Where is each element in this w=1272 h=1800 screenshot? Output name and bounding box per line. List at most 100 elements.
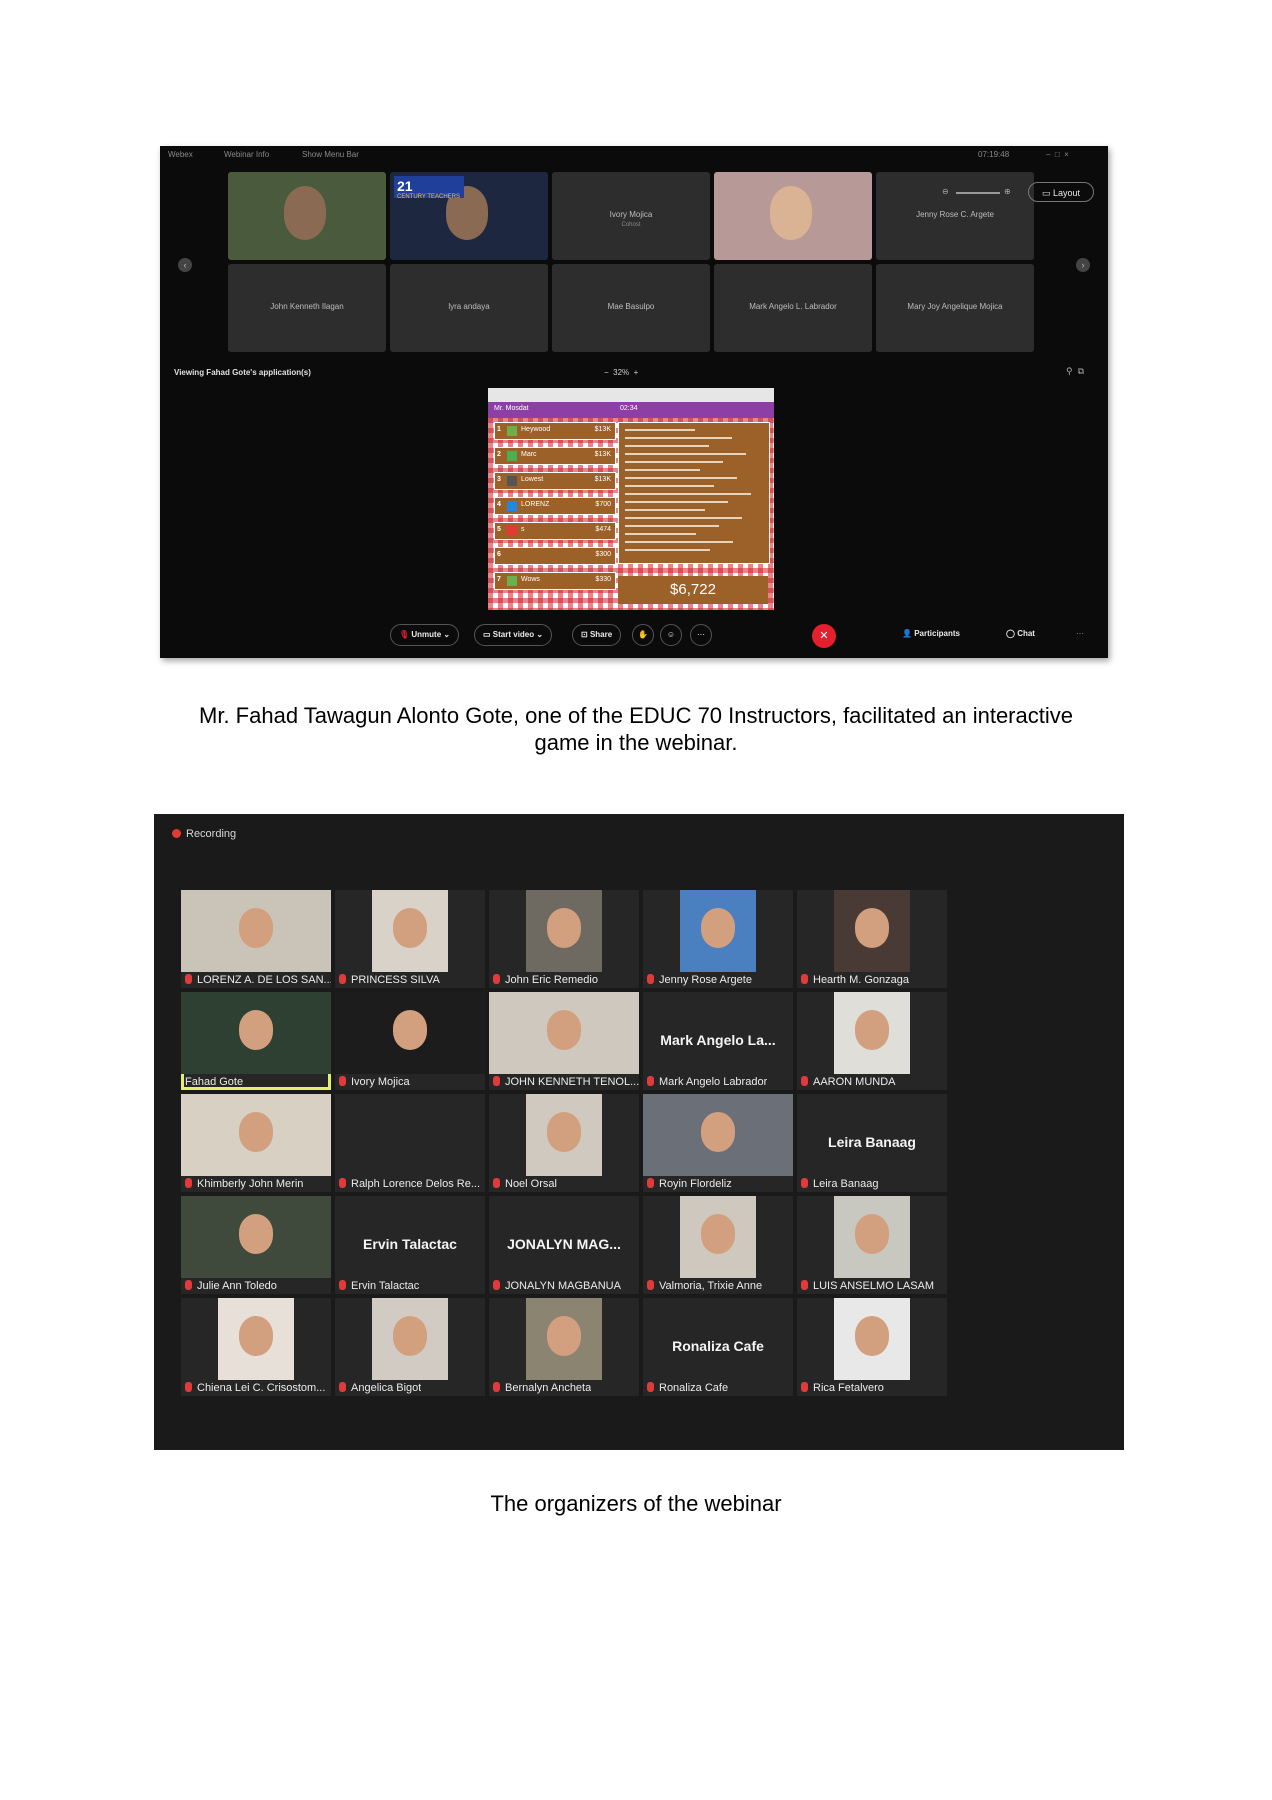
participant-tile[interactable]: Ervin Talactac Ervin Talactac: [335, 1196, 485, 1294]
game-timer: 02:34: [620, 405, 638, 412]
participant-video: [680, 1196, 756, 1278]
prev-page-icon[interactable]: ‹: [178, 258, 192, 272]
player-avatar-icon: [507, 501, 517, 511]
participant-tile[interactable]: Rica Fetalvero: [797, 1298, 947, 1396]
topbar-item[interactable]: Webex: [168, 150, 193, 159]
chat-button[interactable]: ◯ Chat: [1006, 629, 1035, 638]
zoom-out-icon[interactable]: ⊖: [942, 187, 949, 196]
mic-muted-icon: [647, 1178, 654, 1188]
participant-name: Rica Fetalvero: [813, 1382, 884, 1394]
tile-zoom-control[interactable]: ⊖ ⊕: [938, 186, 1022, 200]
participants-button[interactable]: 👤 Participants: [902, 629, 960, 638]
zoom-in-icon[interactable]: ⊕: [1004, 187, 1011, 196]
layout-button[interactable]: ▭ Layout: [1028, 182, 1094, 202]
mic-muted-icon: [801, 1382, 808, 1392]
participant-tile[interactable]: Julie Ann Toledo: [181, 1196, 331, 1294]
participant-tile[interactable]: Leira Banaag Leira Banaag: [797, 1094, 947, 1192]
game-total: $6,722: [618, 576, 768, 604]
participant-tile[interactable]: Jenny Rose Argete: [643, 890, 793, 988]
leaderboard-row: 5 s $474: [494, 522, 616, 540]
participant-tile[interactable]: JOHN KENNETH TENOL...: [489, 992, 639, 1090]
game-activity-feed: [618, 422, 770, 564]
participant-tile[interactable]: Ronaliza Cafe Ronaliza Cafe: [643, 1298, 793, 1396]
participant-name: JONALYN MAGBANUA: [505, 1280, 621, 1292]
leaderboard-score: $13K: [594, 426, 611, 433]
participant-face: [393, 1010, 427, 1050]
participant-name: Jenny Rose C. Argete: [916, 210, 994, 219]
participant-label: LORENZ A. DE LOS SAN...: [185, 974, 331, 986]
participant-name: LUIS ANSELMO LASAM: [813, 1280, 935, 1292]
participant-tile[interactable]: [714, 172, 872, 260]
share-tools-icon[interactable]: ⚲ ⧉: [1066, 366, 1084, 377]
participant-name: John Eric Remedio: [505, 974, 598, 986]
participant-label: Noel Orsal: [493, 1178, 557, 1190]
participant-tile[interactable]: Chiena Lei C. Crisostom...: [181, 1298, 331, 1396]
participant-video: [181, 992, 331, 1074]
leaderboard-name: Marc: [521, 451, 537, 458]
layout-label: Layout: [1052, 188, 1081, 198]
participant-tile[interactable]: 21 CENTURY TEACHERS: [390, 172, 548, 260]
window-controls[interactable]: – □ ×: [1046, 150, 1069, 159]
participant-tile[interactable]: PRINCESS SILVA: [335, 890, 485, 988]
participant-tile[interactable]: Angelica Bigot: [335, 1298, 485, 1396]
share-zoom-level[interactable]: − 32% +: [604, 368, 638, 377]
participant-video: [218, 1298, 294, 1380]
participant-face: [239, 1010, 273, 1050]
webex-top-bar: Webex Webinar Info Show Menu Bar 07:19:4…: [160, 146, 1108, 164]
participant-tile[interactable]: AARON MUNDA: [797, 992, 947, 1090]
start-video-button[interactable]: ▭ Start video ⌄: [474, 624, 553, 646]
shared-game-window: Mr. Mosdat 02:34 1 Heywood $13K 2 Marc $13K 3 L…: [488, 388, 774, 610]
overflow-icon[interactable]: ⋯: [1076, 629, 1084, 638]
participant-tile[interactable]: John Eric Remedio: [489, 890, 639, 988]
participant-tile[interactable]: Khimberly John Merin: [181, 1094, 331, 1192]
mic-muted-icon: [493, 974, 500, 984]
participant-tile[interactable]: Ivory Mojica Cohost: [552, 172, 710, 260]
mic-muted-icon: [493, 1076, 500, 1086]
mic-muted-icon: [185, 974, 192, 984]
participant-tile[interactable]: Mark Angelo L. Labrador: [714, 264, 872, 352]
leaderboard-score: $13K: [594, 476, 611, 483]
participant-tile[interactable]: John Kenneth Ilagan: [228, 264, 386, 352]
participant-tile[interactable]: Valmoria, Trixie Anne: [643, 1196, 793, 1294]
participant-tile[interactable]: lyra andaya: [390, 264, 548, 352]
participant-tile[interactable]: Hearth M. Gonzaga: [797, 890, 947, 988]
participant-video: [489, 992, 639, 1074]
participant-name: Ivory Mojica: [609, 210, 653, 219]
participant-video: [834, 1298, 910, 1380]
leaderboard-rank: 6: [497, 551, 501, 558]
unmute-button[interactable]: 🎙 Unmute ⌄: [390, 624, 460, 646]
participant-name: Leira Banaag: [813, 1178, 879, 1190]
more-options-icon[interactable]: ⋯: [690, 624, 712, 646]
banner-number: 21: [397, 178, 413, 194]
leaderboard-rank: 7: [497, 576, 501, 583]
participant-tile[interactable]: LUIS ANSELMO LASAM: [797, 1196, 947, 1294]
share-label: Share: [589, 630, 613, 639]
participant-tile[interactable]: Mark Angelo La... Mark Angelo Labrador: [643, 992, 793, 1090]
participant-tile[interactable]: Royin Flordeliz: [643, 1094, 793, 1192]
leave-meeting-icon[interactable]: ✕: [812, 624, 836, 648]
raise-hand-icon[interactable]: ✋: [632, 624, 654, 646]
participant-tile[interactable]: Ralph Lorence Delos Re...: [335, 1094, 485, 1192]
participant-tile[interactable]: Bernalyn Ancheta: [489, 1298, 639, 1396]
participant-tile[interactable]: Mae Basulpo: [552, 264, 710, 352]
recording-indicator: Recording: [172, 828, 236, 840]
participant-tile[interactable]: JONALYN MAG... JONALYN MAGBANUA: [489, 1196, 639, 1294]
feed-line: [625, 533, 696, 535]
reactions-icon[interactable]: ☺: [660, 624, 682, 646]
next-page-icon[interactable]: ›: [1076, 258, 1090, 272]
participant-tile[interactable]: [228, 172, 386, 260]
participant-tile[interactable]: Noel Orsal: [489, 1094, 639, 1192]
leaderboard-row: 3 Lowest $13K: [494, 472, 616, 490]
topbar-item[interactable]: Webinar Info: [224, 150, 269, 159]
participant-name: Jenny Rose Argete: [659, 974, 752, 986]
participant-tile[interactable]: Fahad Gote: [181, 992, 331, 1090]
mic-muted-icon: [339, 1178, 346, 1188]
participant-label: Ivory Mojica: [339, 1076, 410, 1088]
participant-label: Fahad Gote: [185, 1076, 243, 1088]
share-button[interactable]: ⊡ Share: [572, 624, 622, 646]
participant-tile[interactable]: LORENZ A. DE LOS SAN...: [181, 890, 331, 988]
topbar-item[interactable]: Show Menu Bar: [302, 150, 359, 159]
participant-tile[interactable]: Ivory Mojica: [335, 992, 485, 1090]
participant-tile[interactable]: Mary Joy Angelique Mojica: [876, 264, 1034, 352]
participant-display-name: Ervin Talactac: [363, 1236, 457, 1252]
